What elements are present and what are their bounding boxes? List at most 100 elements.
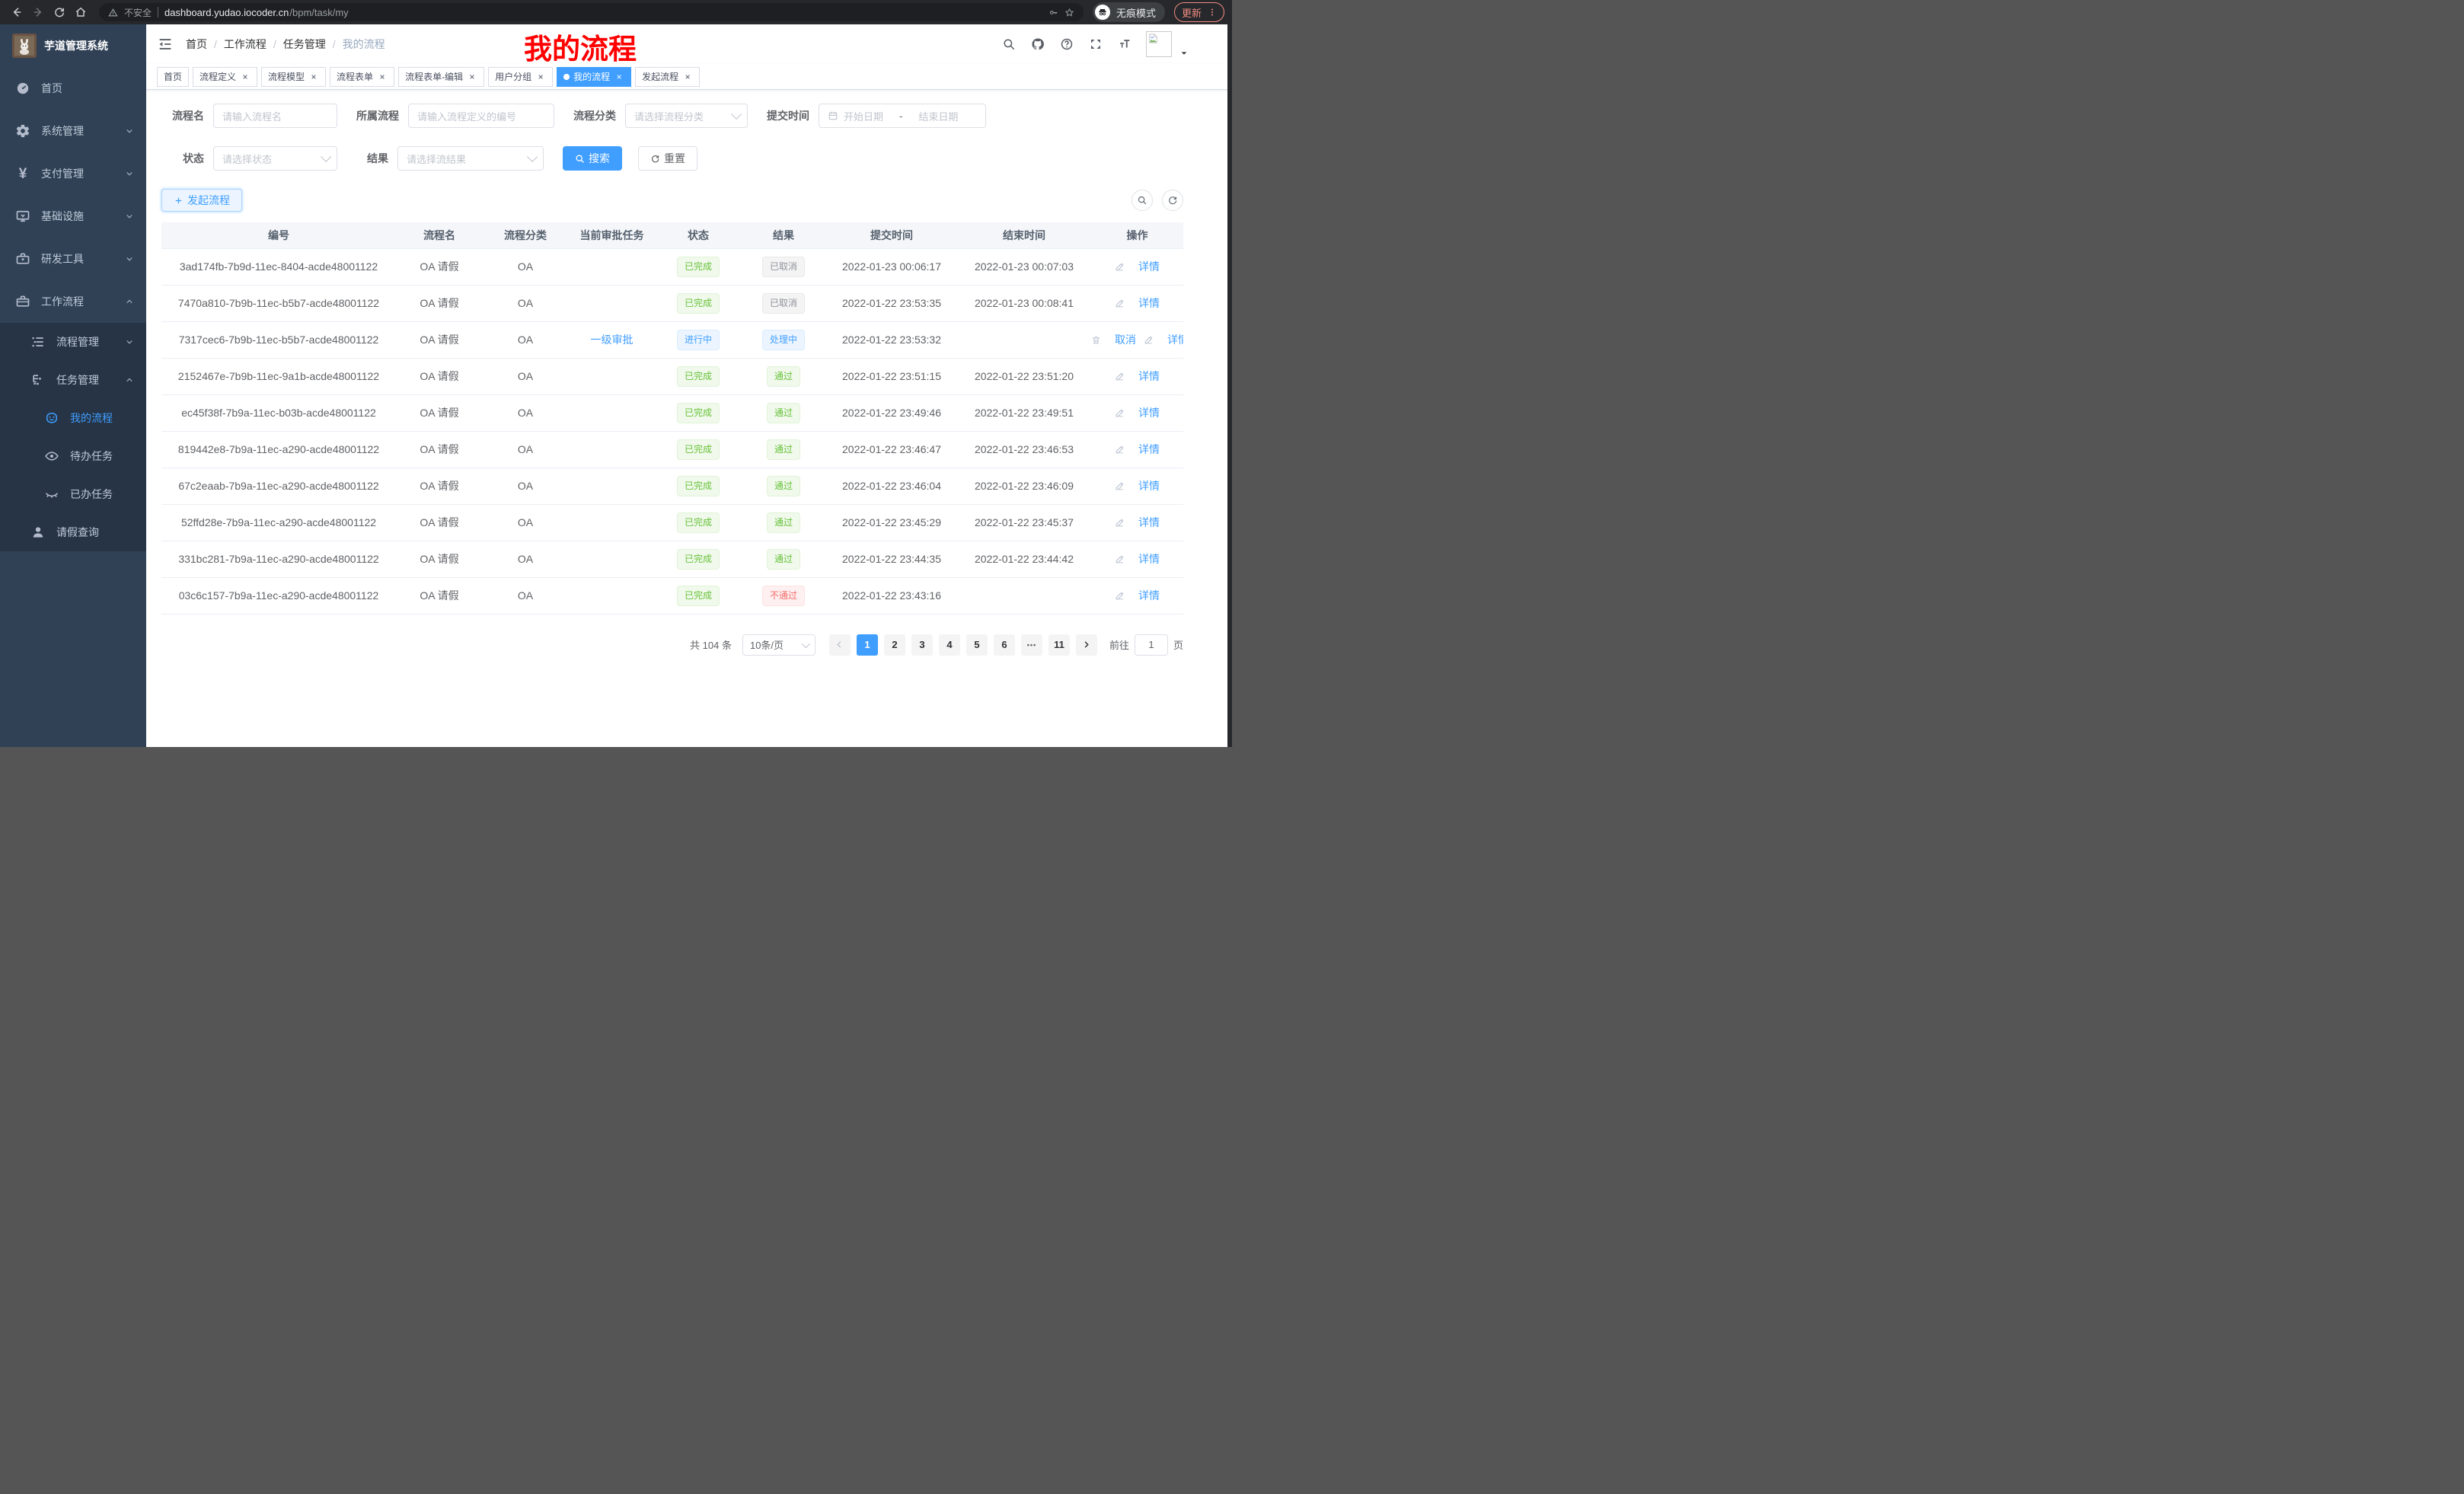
tab-6[interactable]: 我的流程× [557,67,631,87]
browser-home-button[interactable] [72,3,90,21]
sidebar-item-3[interactable]: 基础设施 [0,195,146,238]
close-icon[interactable]: × [682,72,693,82]
sidebar-item-4[interactable]: 研发工具 [0,238,146,280]
sidebar-item-0[interactable]: 首页 [0,67,146,110]
detail-link[interactable]: 详情 [1144,332,1183,347]
sidebar-item-11[interactable]: 请假查询 [0,513,146,551]
close-icon[interactable]: × [240,72,251,82]
status-select[interactable]: 请选择状态 [213,146,337,171]
detail-link[interactable]: 详情 [1115,478,1160,493]
browser-update-button[interactable]: 更新 [1174,2,1224,22]
sidebar-item-2[interactable]: ¥支付管理 [0,152,146,195]
browser-reload-button[interactable] [50,3,69,21]
cancel-link[interactable]: 取消 [1091,332,1136,347]
sidebar-collapse-icon[interactable] [157,36,174,53]
font-size-icon[interactable] [1117,37,1131,52]
page-size-select[interactable]: 10条/页 [742,634,815,656]
goto-page-input[interactable]: 1 [1135,634,1168,656]
close-icon[interactable]: × [614,72,624,82]
browser-back-button[interactable] [8,3,26,21]
bookmark-star-icon[interactable] [1064,8,1074,18]
pagination-goto: 前往 1 页 [1109,634,1183,656]
breadcrumb-item-1[interactable]: 工作流程 [224,37,267,52]
detail-link[interactable]: 详情 [1115,405,1160,420]
sidebar-item-6[interactable]: 流程管理 [0,323,146,361]
process-category-cell-text: OA [518,480,533,492]
breadcrumb-item-0[interactable]: 首页 [186,37,207,52]
table-row: 03c6c157-7b9a-11ec-a290-acde48001122OA 请… [161,577,1183,614]
sidebar-item-10[interactable]: 已办任务 [0,475,146,513]
pagination-page-2[interactable]: 2 [884,634,905,656]
tab-7[interactable]: 发起流程× [635,67,700,87]
process-name-input[interactable]: 请输入流程名 [213,104,337,128]
submit-time-range-input[interactable]: 开始日期 - 结束日期 [819,104,986,128]
close-icon[interactable]: × [377,72,388,82]
avatar-dropdown-caret-icon[interactable] [1180,47,1188,61]
user-avatar[interactable] [1146,31,1172,57]
pagination-page-5[interactable]: 5 [966,634,988,656]
pagination-page-4[interactable]: 4 [939,634,960,656]
detail-link[interactable]: 详情 [1115,588,1160,603]
browser-menu-dots-icon[interactable] [1208,8,1217,17]
detail-link[interactable]: 详情 [1115,551,1160,567]
browser-forward-button[interactable] [29,3,47,21]
sidebar-item-8[interactable]: 我的流程 [0,399,146,437]
tabs-bar: 首页流程定义×流程模型×流程表单×流程表单-编辑×用户分组×我的流程×发起流程× [146,64,1232,90]
current-task-link[interactable]: 一级审批 [591,332,634,347]
tab-2[interactable]: 流程模型× [261,67,326,87]
fullscreen-icon[interactable] [1088,37,1103,52]
detail-link[interactable]: 详情 [1115,259,1160,274]
help-icon[interactable] [1059,37,1074,52]
sidebar-item-5[interactable]: 工作流程 [0,280,146,323]
tab-3[interactable]: 流程表单× [330,67,394,87]
pagination-next-button[interactable] [1076,634,1097,656]
result-badge: 已取消 [762,257,805,277]
pagination-page-6[interactable]: 6 [994,634,1015,656]
tab-0[interactable]: 首页 [157,67,189,87]
process-name-cell: OA 请假 [396,541,483,577]
search-icon[interactable] [1001,37,1016,52]
url-host[interactable]: dashboard.yudao.iocoder.cn [164,7,289,18]
tab-4[interactable]: 流程表单-编辑× [398,67,484,87]
tab-1[interactable]: 流程定义× [193,67,257,87]
pagination-page-3[interactable]: 3 [911,634,933,656]
result-select[interactable]: 请选择流结果 [397,146,544,171]
detail-link[interactable]: 详情 [1115,515,1160,530]
chevron-up-icon [125,375,134,385]
pagination-page-1[interactable]: 1 [857,634,878,656]
pagination-prev-button[interactable] [829,634,851,656]
window-scrollbar-strip[interactable] [1227,0,1232,747]
create-process-button[interactable]: 发起流程 [161,189,242,212]
sidebar-item-1[interactable]: 系统管理 [0,110,146,152]
close-icon[interactable]: × [467,72,477,82]
pagination-page-11[interactable]: 11 [1048,634,1070,656]
process-category-cell-text: OA [518,334,533,346]
table-refresh-button[interactable] [1162,190,1183,211]
reset-button[interactable]: 重置 [638,146,697,171]
process-definition-input[interactable]: 请输入流程定义的编号 [408,104,554,128]
pagination-total: 共 104 条 [690,637,732,652]
sidebar-logo[interactable]: 芋道管理系统 [0,24,146,67]
process-category-select[interactable]: 请选择流程分类 [625,104,748,128]
tab-5[interactable]: 用户分组× [488,67,553,87]
breadcrumb-item-2[interactable]: 任务管理 [283,37,326,52]
detail-link[interactable]: 详情 [1115,369,1160,384]
url-path[interactable]: /bpm/task/my [289,7,348,18]
pagination-more-button[interactable]: ••• [1021,634,1042,656]
close-icon[interactable]: × [535,72,546,82]
sidebar-item-7[interactable]: 任务管理 [0,361,146,399]
sidebar-item-9[interactable]: 待办任务 [0,437,146,475]
submit-time-cell-text: 2022-01-22 23:51:15 [842,370,941,382]
security-label[interactable]: 不安全 [124,6,152,19]
password-key-icon[interactable] [1048,8,1058,18]
result-badge: 通过 [767,476,800,496]
address-bar[interactable]: 不安全 dashboard.yudao.iocoder.cn /bpm/task… [99,3,1084,21]
detail-link[interactable]: 详情 [1115,295,1160,311]
detail-link[interactable]: 详情 [1115,442,1160,457]
close-icon[interactable]: × [308,72,319,82]
search-button[interactable]: 搜索 [563,146,622,171]
edit-icon [1115,591,1125,601]
process-id-cell-text: 819442e8-7b9a-11ec-a290-acde48001122 [178,443,379,455]
table-search-toggle-button[interactable] [1131,190,1153,211]
github-icon[interactable] [1030,37,1045,52]
